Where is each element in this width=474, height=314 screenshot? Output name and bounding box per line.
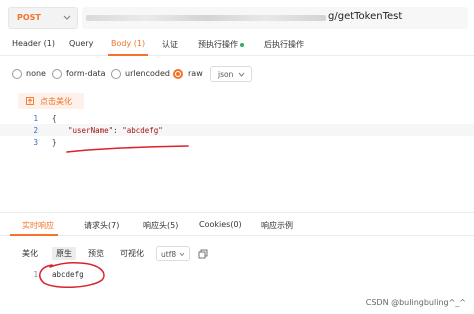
tab-pre-request[interactable]: 预执行操作 — [198, 39, 244, 50]
method-select[interactable]: POST — [8, 7, 78, 29]
tab-header[interactable]: Header (1) — [12, 39, 55, 48]
code-key: "userName" — [68, 126, 114, 135]
copy-icon[interactable] — [198, 249, 208, 259]
response-tabs: 实时响应 请求头(7) 响应头(5) Cookies(0) 响应示例 — [0, 212, 474, 236]
code-value: "abcdefg" — [122, 126, 163, 135]
view-raw-button[interactable]: 原生 — [52, 247, 76, 260]
line-number: 3 — [33, 138, 38, 147]
tab-response-examples[interactable]: 响应示例 — [261, 220, 293, 231]
method-label: POST — [17, 13, 41, 22]
tab-response-headers[interactable]: 响应头(5) — [143, 220, 178, 231]
chevron-down-icon — [238, 72, 245, 77]
radio-raw-label: raw — [188, 69, 203, 78]
tab-cookies[interactable]: Cookies(0) — [199, 220, 242, 229]
view-visualize-button[interactable]: 可视化 — [120, 248, 144, 259]
encoding-value: utf8 — [161, 250, 177, 259]
status-dot-icon — [240, 42, 244, 47]
code-colon: : — [113, 126, 123, 135]
active-tab-indicator — [10, 234, 58, 236]
radio-raw[interactable] — [173, 69, 183, 79]
chevron-down-icon — [63, 15, 71, 20]
code-open-brace: { — [52, 114, 57, 123]
request-url-bar: POST g/getTokenTest — [0, 0, 474, 34]
watermark: CSDN @bulingbuling^_^ — [365, 298, 466, 307]
body-type-selector: none form-data urlencoded raw json — [0, 64, 474, 84]
chevron-down-icon — [179, 252, 185, 257]
encoding-select[interactable]: utf8 — [156, 246, 190, 261]
tab-auth[interactable]: 认证 — [162, 39, 178, 50]
radio-none[interactable] — [12, 69, 22, 79]
request-body-editor[interactable]: 1 2 3 { "userName": "abcdefg" } — [0, 112, 474, 210]
line-number: 1 — [33, 270, 38, 279]
request-tabs: Header (1) Query Body (1) 认证 预执行操作 后执行操作 — [0, 36, 474, 56]
response-text: abcdefg — [52, 270, 84, 279]
raw-format-select[interactable]: json — [210, 66, 252, 82]
annotation-underline — [66, 145, 189, 153]
view-preview-button[interactable]: 预览 — [88, 248, 104, 259]
code-line: "userName": "abcdefg" — [68, 126, 163, 135]
view-pretty-button[interactable]: 美化 — [22, 248, 38, 259]
raw-format-value: json — [218, 70, 234, 79]
url-input[interactable]: g/getTokenTest — [82, 7, 468, 29]
radio-urlencoded[interactable] — [111, 69, 121, 79]
active-tab-indicator — [108, 54, 148, 56]
tab-body[interactable]: Body (1) — [111, 39, 145, 48]
line-number: 2 — [33, 126, 38, 135]
line-number: 1 — [33, 114, 38, 123]
code-close-brace: } — [52, 138, 57, 147]
beautify-icon — [26, 97, 34, 105]
radio-none-label: none — [26, 69, 46, 78]
tab-query[interactable]: Query — [69, 39, 93, 48]
response-view-toolbar: 美化 原生 预览 可视化 utf8 — [0, 244, 474, 264]
radio-form-data-label: form-data — [66, 69, 106, 78]
redacted-url-segment — [86, 15, 326, 21]
tab-post-request[interactable]: 后执行操作 — [264, 39, 304, 50]
tab-pre-request-label: 预执行操作 — [198, 40, 238, 49]
radio-form-data[interactable] — [52, 69, 62, 79]
url-text: g/getTokenTest — [328, 11, 403, 22]
beautify-label: 点击美化 — [40, 97, 72, 106]
beautify-button[interactable]: 点击美化 — [18, 93, 84, 109]
tab-live-response[interactable]: 实时响应 — [22, 220, 54, 231]
radio-urlencoded-label: urlencoded — [125, 69, 170, 78]
tab-request-headers[interactable]: 请求头(7) — [84, 220, 119, 231]
